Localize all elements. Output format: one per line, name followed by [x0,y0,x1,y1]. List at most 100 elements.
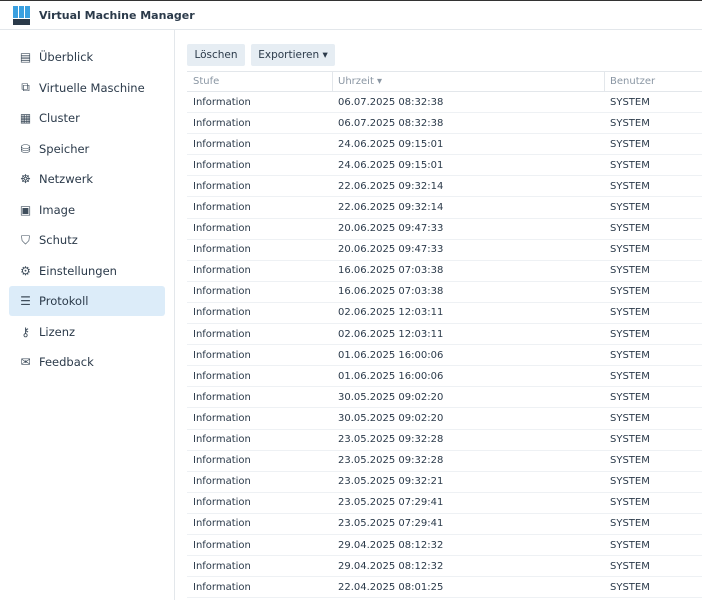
table-row[interactable]: Information 06.07.2025 08:32:38 SYSTEM [187,92,702,114]
sidebar: ▤ Überblick ⧉ Virtuelle Maschine ▦ Cluster ⛁ Sp… [0,30,175,600]
key-icon: ⚷ [21,324,30,339]
cell-level: Information [193,159,251,171]
overview-icon: ▤ [19,50,32,64]
cell-level: Information [193,180,251,192]
cell-time: 16.06.2025 07:03:38 [338,265,444,277]
sidebar-item-einstellungen[interactable]: ⚙ Einstellungen [9,256,165,286]
cell-time: 20.06.2025 09:47:33 [338,244,444,256]
cell-user: SYSTEM [610,370,650,382]
cell-level: Information [193,581,251,593]
cell-level: Information [193,412,251,424]
cell-time: 23.05.2025 07:29:41 [338,497,444,509]
sidebar-item-protokoll[interactable]: ☰ Protokoll [9,286,165,316]
cell-user: SYSTEM [610,476,650,488]
sidebar-item-label: Einstellungen [39,263,117,278]
table-header: Stufe Uhrzeit ▾ Benutzer [187,71,702,92]
table-row[interactable]: Information 30.05.2025 09:02:20 SYSTEM [187,387,702,409]
sidebar-item-netzwerk[interactable]: ☸ Netzwerk [9,164,165,194]
cell-user: SYSTEM [610,244,650,256]
cell-time: 29.04.2025 08:12:32 [338,539,444,551]
cell-time: 24.06.2025 09:15:01 [338,159,444,171]
cell-level: Information [193,476,251,488]
log-table: Stufe Uhrzeit ▾ Benutzer Information 06.0… [187,71,702,599]
table-row[interactable]: Information 24.06.2025 09:15:01 SYSTEM [187,155,702,177]
table-row[interactable]: Information 16.06.2025 07:03:38 SYSTEM [187,282,702,303]
cell-level: Information [193,244,251,256]
cell-user: SYSTEM [610,96,650,108]
cell-time: 01.06.2025 16:00:06 [338,370,444,382]
sidebar-item-label: Netzwerk [39,172,94,186]
sidebar-item-image[interactable]: ▣ Image [9,195,165,225]
cell-level: Information [193,223,251,235]
table-row[interactable]: Information 23.05.2025 07:29:41 SYSTEM [187,493,702,514]
cell-time: 01.06.2025 16:00:06 [338,349,444,361]
table-row[interactable]: Information 23.05.2025 09:32:28 SYSTEM [187,451,702,472]
sidebar-item-label: Image [39,202,76,217]
network-icon: ☸ [20,172,31,186]
cell-time: 20.06.2025 09:47:33 [338,223,444,235]
cell-time: 22.06.2025 09:32:14 [338,180,444,192]
table-row[interactable]: Information 23.05.2025 09:32:21 SYSTEM [187,472,702,493]
sidebar-item-schutz[interactable]: ⛉ Schutz [9,225,165,255]
column-header-user[interactable]: Benutzer [610,72,655,91]
table-row[interactable]: Information 20.06.2025 09:47:33 SYSTEM [187,240,702,261]
table-row[interactable]: Information 02.06.2025 12:03:11 SYSTEM [187,324,702,346]
sidebar-item-virtuelle-maschine[interactable]: ⧉ Virtuelle Maschine [9,73,165,103]
cell-level: Information [193,455,251,467]
table-row[interactable]: Information 22.04.2025 08:01:25 SYSTEM [187,577,702,599]
cell-user: SYSTEM [610,434,650,446]
cell-time: 16.06.2025 07:03:38 [338,286,444,298]
sidebar-item-speicher[interactable]: ⛁ Speicher [9,134,165,164]
cell-user: SYSTEM [610,539,650,551]
sidebar-item-label: Lizenz [39,324,76,339]
table-row[interactable]: Information 02.06.2025 12:03:11 SYSTEM [187,303,702,325]
sidebar-item-lizenz[interactable]: ⚷ Lizenz [9,317,165,347]
cell-user: SYSTEM [610,307,650,319]
cell-time: 22.06.2025 09:32:14 [338,202,444,214]
cell-level: Information [193,370,251,382]
cell-time: 23.05.2025 09:32:28 [338,434,444,446]
cell-user: SYSTEM [610,581,650,593]
table-row[interactable]: Information 22.06.2025 09:32:14 SYSTEM [187,197,702,219]
table-row[interactable]: Information 29.04.2025 08:12:32 SYSTEM [187,556,702,578]
sidebar-item-cluster[interactable]: ▦ Cluster [9,103,165,133]
cell-user: SYSTEM [610,223,650,235]
table-row[interactable]: Information 30.05.2025 09:02:20 SYSTEM [187,408,702,430]
table-row[interactable]: Information 01.06.2025 16:00:06 SYSTEM [187,366,702,388]
table-row[interactable]: Information 29.04.2025 08:12:32 SYSTEM [187,535,702,557]
cell-user: SYSTEM [610,265,650,277]
cell-level: Information [193,265,251,277]
cell-level: Information [193,497,251,509]
cell-level: Information [193,391,251,403]
cell-level: Information [193,434,251,446]
cell-time: 06.07.2025 08:32:38 [338,117,444,129]
sidebar-item-label: Virtuelle Maschine [39,80,145,95]
cell-user: SYSTEM [610,349,650,361]
cell-user: SYSTEM [610,391,650,403]
virtual-machine-icon: ⧉ [21,80,30,94]
cell-user: SYSTEM [610,497,650,509]
sidebar-item-feedback[interactable]: ✉ Feedback [9,347,165,377]
table-row[interactable]: Information 06.07.2025 08:32:38 SYSTEM [187,113,702,135]
cell-level: Information [193,518,251,530]
cell-time: 23.05.2025 09:32:21 [338,476,444,488]
sidebar-item-label: Cluster [39,111,80,125]
table-row[interactable]: Information 16.06.2025 07:03:38 SYSTEM [187,261,702,282]
export-dropdown-button[interactable]: Exportieren ▾ [251,44,335,66]
cell-time: 30.05.2025 09:02:20 [338,391,444,403]
delete-button[interactable]: Löschen [187,44,245,66]
cell-time: 23.05.2025 09:32:28 [338,455,444,467]
image-icon: ▣ [19,202,32,217]
table-row[interactable]: Information 20.06.2025 09:47:33 SYSTEM [187,219,702,240]
table-row[interactable]: Information 22.06.2025 09:32:14 SYSTEM [187,176,702,198]
table-row[interactable]: Information 24.06.2025 09:15:01 SYSTEM [187,134,702,156]
table-row[interactable]: Information 23.05.2025 09:32:28 SYSTEM [187,430,702,451]
column-header-level[interactable]: Stufe [193,72,219,91]
sidebar-item-überblick[interactable]: ▤ Überblick [9,42,165,72]
table-row[interactable]: Information 01.06.2025 16:00:06 SYSTEM [187,345,702,367]
mail-icon: ✉ [20,355,31,369]
table-row[interactable]: Information 23.05.2025 07:29:41 SYSTEM [187,514,702,535]
column-header-time[interactable]: Uhrzeit ▾ [338,72,382,91]
cluster-icon: ▦ [19,111,32,125]
cell-time: 24.06.2025 09:15:01 [338,138,444,150]
